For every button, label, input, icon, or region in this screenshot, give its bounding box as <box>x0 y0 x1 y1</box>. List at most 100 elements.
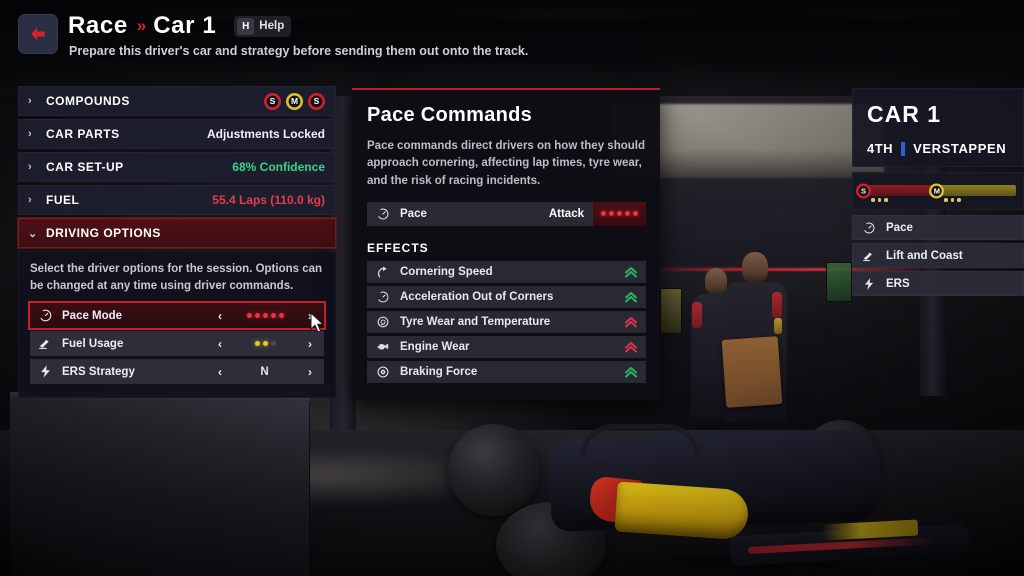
sidebar-row-value: 68% Confidence <box>232 160 325 174</box>
increment-fuel-usage[interactable]: › <box>302 337 318 351</box>
back-arrow-icon <box>31 27 45 41</box>
chevron-right-icon: › <box>28 128 32 140</box>
chevron-right-icon: › <box>28 194 32 206</box>
double-chevron-up-icon <box>625 316 637 328</box>
command-row-pace[interactable]: Pace <box>852 215 1024 240</box>
back-button[interactable] <box>18 14 58 54</box>
effect-label: Engine Wear <box>400 340 470 353</box>
option-row-fuel-usage[interactable]: Fuel Usage ‹ › <box>30 331 324 357</box>
stint-compound-badge-soft: S <box>856 183 871 198</box>
sidebar-row-value: Adjustments Locked <box>206 127 325 141</box>
increment-ers-strategy[interactable]: › <box>302 365 318 379</box>
sidebar-row-label: CAR SET-UP <box>46 160 124 174</box>
car-halo <box>580 424 700 458</box>
driving-options-body: Select the driver options for the sessio… <box>18 251 336 399</box>
breadcrumb-car[interactable]: Car 1 <box>153 12 216 40</box>
driving-options-description: Select the driver options for the sessio… <box>30 263 323 292</box>
ers-strategy-value: N <box>228 366 302 378</box>
decrement-pace-mode[interactable]: ‹ <box>212 309 228 323</box>
sidebar-row-label: FUEL <box>46 193 80 207</box>
help-button[interactable]: H Help <box>234 15 292 37</box>
f1-car <box>430 390 990 576</box>
garage-monitor <box>660 288 682 334</box>
effect-label: Cornering Speed <box>400 265 493 278</box>
command-row-lift-and-coast[interactable]: Lift and Coast <box>852 243 1024 268</box>
double-chevron-up-icon <box>625 291 637 303</box>
pip-filled <box>246 313 252 319</box>
fuel-usage-value-pips <box>228 341 302 347</box>
engine-icon <box>375 339 391 355</box>
stint-dots <box>944 198 961 202</box>
decrement-fuel-usage[interactable]: ‹ <box>212 337 228 351</box>
double-chevron-up-icon <box>625 341 637 353</box>
strategy-timeline[interactable]: S M <box>852 172 1024 210</box>
speedometer-icon <box>375 289 391 305</box>
effect-row-engine-wear: Engine Wear <box>367 335 646 358</box>
page-description: Prepare this driver's car and strategy b… <box>69 44 529 58</box>
tooltip-description: Pace commands direct drivers on how they… <box>367 140 645 187</box>
compound-badge-medium: M <box>286 92 303 110</box>
decrement-ers-strategy[interactable]: ‹ <box>212 365 228 379</box>
chevron-right-icon: › <box>28 95 32 107</box>
speedometer-icon <box>375 206 391 222</box>
sidebar-row-car-parts[interactable]: › CAR PARTS Adjustments Locked <box>18 119 336 149</box>
crew-team-stripe <box>692 302 702 328</box>
driver-name: VERSTAPPEN <box>913 141 1007 156</box>
garage-monitor <box>826 262 852 302</box>
pip-filled <box>633 211 638 217</box>
effect-label: Acceleration Out of Corners <box>400 290 554 303</box>
speedometer-icon <box>37 307 54 324</box>
tooltip-pace-pips <box>593 201 646 226</box>
pip-empty <box>270 341 276 347</box>
brake-disc-icon <box>375 364 391 380</box>
chevron-right-icon: › <box>28 161 32 173</box>
effect-row-tyre-wear-and-temperature: Tyre Wear and Temperature <box>367 310 646 333</box>
breadcrumb: Race » Car 1 H Help <box>68 12 292 40</box>
fuel-nozzle-icon <box>861 248 877 264</box>
stint-compound-badge-medium: M <box>929 183 945 198</box>
car-identity-card[interactable]: CAR 1 4TH VERSTAPPEN <box>852 88 1024 167</box>
command-label: Lift and Coast <box>886 249 963 262</box>
sidebar-row-car-set-up[interactable]: › CAR SET-UP 68% Confidence <box>18 152 336 182</box>
effect-row-braking-force: Braking Force <box>367 360 646 383</box>
option-label: Pace Mode <box>62 309 123 322</box>
ers-strategy-text: N <box>260 365 270 378</box>
sidebar-row-value: 55.4 Laps (110.0 kg) <box>212 193 325 207</box>
game-screen: Race » Car 1 H Help Prepare this driver'… <box>0 0 1024 576</box>
sidebar-row-compounds[interactable]: › COMPOUNDS S M S <box>18 86 336 116</box>
speedometer-icon <box>861 220 877 236</box>
stint-dot <box>957 198 961 202</box>
sidebar-row-label: COMPOUNDS <box>46 94 130 108</box>
double-chevron-up-icon <box>625 266 637 278</box>
sidebar-row-driving-options[interactable]: ⌄ DRIVING OPTIONS <box>18 218 336 248</box>
pace-mode-value-pips <box>228 313 302 319</box>
pip-filled <box>609 211 614 217</box>
stint-bar: S M <box>856 181 1016 202</box>
stint-dot <box>884 198 888 202</box>
pip-filled <box>254 341 260 347</box>
command-row-ers[interactable]: ERS <box>852 271 1024 296</box>
car-tyre <box>448 424 540 516</box>
setup-sidebar: › COMPOUNDS S M S › CAR PARTS Adjustment… <box>18 86 336 399</box>
sidebar-row-fuel[interactable]: › FUEL 55.4 Laps (110.0 kg) <box>18 185 336 215</box>
crew-team-stripe <box>774 318 782 334</box>
compound-badge-soft: S <box>264 92 281 110</box>
option-row-ers-strategy[interactable]: ERS Strategy ‹ N › <box>30 359 324 385</box>
pip-filled <box>601 211 606 217</box>
pip-filled <box>262 341 268 347</box>
stint-dot <box>877 198 881 202</box>
pip-filled <box>625 211 630 217</box>
stint-dots <box>871 198 888 202</box>
breadcrumb-race[interactable]: Race <box>68 12 128 40</box>
car-title: CAR 1 <box>867 101 942 127</box>
lightning-bolt-icon <box>37 363 54 380</box>
top-header: Race » Car 1 H Help Prepare this driver'… <box>0 0 1024 74</box>
stint-medium: M <box>929 183 1016 202</box>
option-row-pace-mode[interactable]: Pace Mode ‹ › <box>30 303 324 329</box>
garage-equipment-crate <box>10 396 310 576</box>
driver-position: 4TH <box>867 141 894 156</box>
stint-soft: S <box>856 183 934 202</box>
car-status-panel: CAR 1 4TH VERSTAPPEN S M Pace Lift and C… <box>852 88 1024 299</box>
option-label: ERS Strategy <box>62 365 135 378</box>
tooltip-title: Pace Commands <box>367 104 533 126</box>
